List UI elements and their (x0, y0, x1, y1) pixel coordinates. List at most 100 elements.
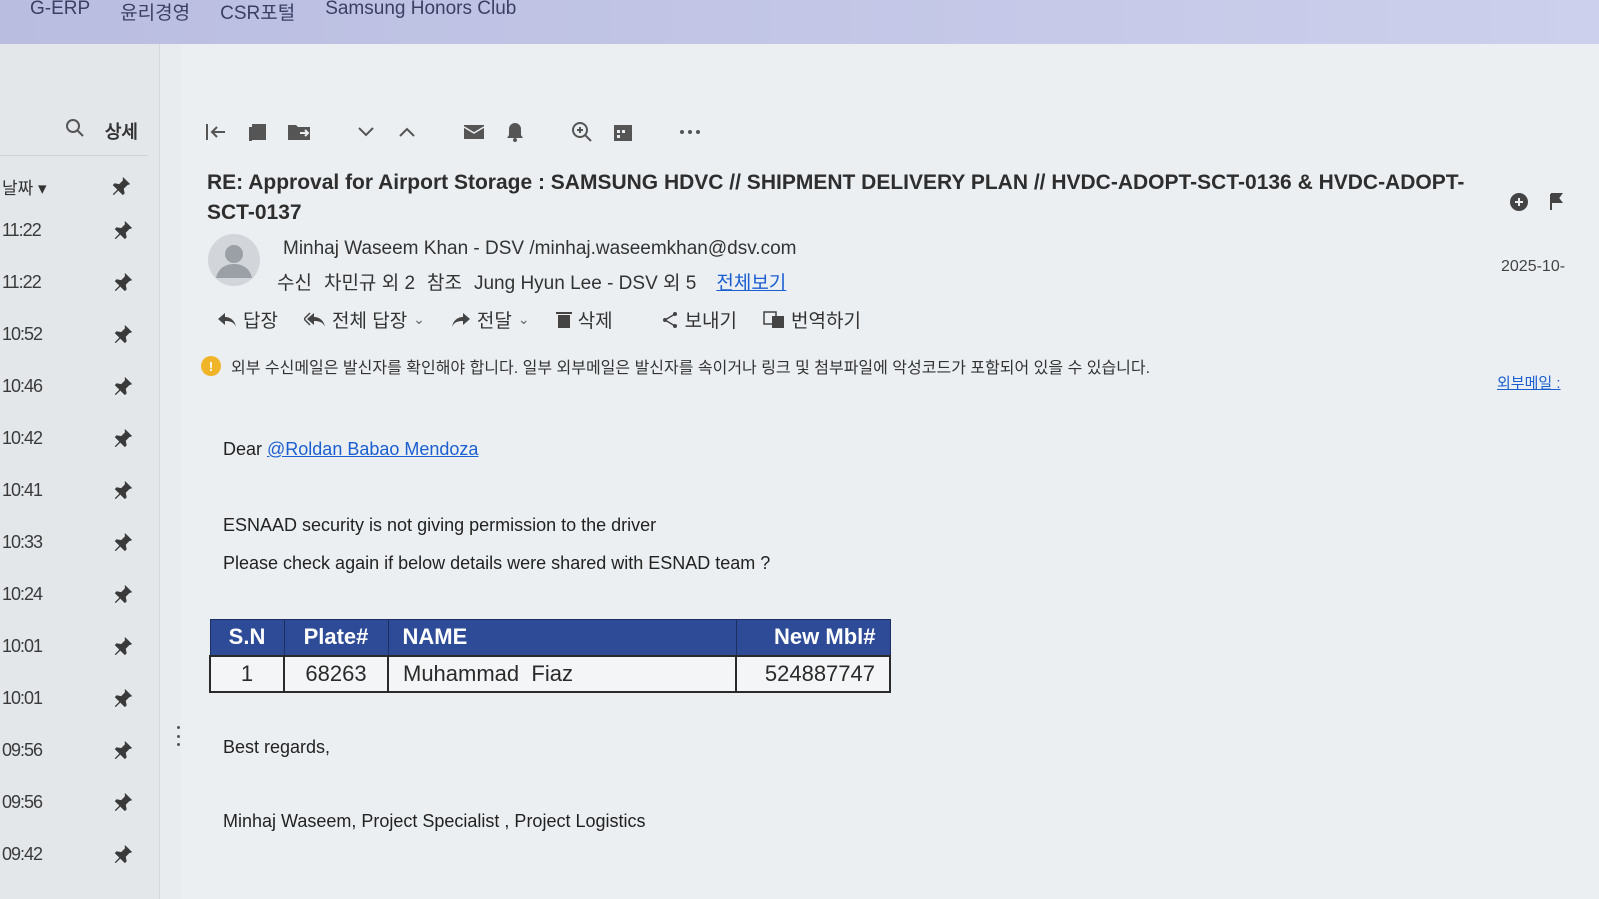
list-item-time: 10:33 (2, 531, 43, 552)
chevron-down-icon[interactable]: ⌄ (518, 311, 530, 328)
mail-toolbar (203, 112, 717, 152)
external-mail-link[interactable]: 외부메일 : (1497, 372, 1561, 393)
chevron-up-icon[interactable] (393, 118, 421, 146)
chevron-down-icon[interactable] (352, 118, 380, 146)
reply-all-icon (303, 311, 325, 327)
translate-icon (763, 310, 785, 328)
list-item[interactable]: 09:42 (0, 834, 150, 874)
share-label: 보내기 (684, 311, 738, 332)
table-row: 1 68263 Muhammad Fiaz 524887747 (209, 654, 891, 693)
list-item[interactable]: 09:56 (0, 782, 150, 822)
signature-line: Minhaj Waseem, Project Specialist , Proj… (223, 811, 646, 831)
list-item-time: 10:41 (2, 479, 43, 500)
forward-button[interactable]: 전달 ⌄ (451, 306, 530, 333)
list-item[interactable]: 10:33 (0, 522, 150, 562)
list-item[interactable]: 09:56 (0, 730, 150, 770)
list-item[interactable]: 10:01 (0, 678, 150, 718)
reply-all-button[interactable]: 전체 답장 ⌄ (303, 306, 425, 333)
copy-icon[interactable] (244, 118, 272, 146)
pin-icon[interactable] (112, 479, 134, 501)
pin-icon[interactable] (112, 219, 134, 241)
delete-label: 삭제 (577, 311, 613, 332)
pin-icon[interactable] (110, 175, 132, 197)
view-all-link[interactable]: 전체보기 (716, 268, 786, 295)
list-item[interactable]: 11:22 (0, 262, 150, 302)
list-item-time: 10:46 (2, 375, 43, 396)
calendar-icon[interactable] (609, 118, 637, 146)
move-folder-icon[interactable] (285, 118, 313, 146)
pin-icon[interactable] (112, 583, 134, 605)
bookmark-honors-club[interactable]: Samsung Honors Club (325, 0, 516, 20)
pin-icon[interactable] (112, 843, 134, 865)
mail-list-pane: 상세 날짜 ▾ 11:22 11:22 10:52 10:46 10:42 10:41 10… (0, 44, 160, 899)
flag-icon[interactable] (1549, 192, 1563, 217)
share-button[interactable]: 보내기 (661, 306, 737, 333)
search-icon[interactable] (65, 118, 85, 143)
reply-button[interactable]: 답장 (217, 306, 278, 333)
email-subject: RE: Approval for Airport Storage : SAMSU… (207, 171, 1465, 224)
cc-label: 참조 (427, 273, 462, 294)
delete-button[interactable]: 삭제 (555, 306, 613, 333)
detail-search-button[interactable]: 상세 (105, 118, 138, 144)
translate-button[interactable]: 번역하기 (763, 306, 861, 333)
greeting: Dear (223, 439, 268, 459)
sender-info[interactable]: Minhaj Waseem Khan - DSV /minhaj.waseemk… (283, 238, 796, 260)
pin-icon[interactable] (112, 323, 134, 345)
warning-text: 외부 수신메일은 발신자를 확인해야 합니다. 일부 외부메일은 발신자를 속이… (231, 360, 1151, 377)
expand-icon[interactable] (1509, 192, 1529, 217)
zoom-icon[interactable] (568, 118, 596, 146)
list-item-time: 10:24 (2, 583, 43, 604)
list-item[interactable]: 11:22 (0, 210, 150, 250)
pin-icon[interactable] (112, 531, 134, 553)
pin-icon[interactable] (112, 739, 134, 761)
bookmark-g-erp[interactable]: G-ERP (30, 0, 90, 20)
list-item-time: 09:56 (2, 791, 43, 812)
translate-label: 번역하기 (791, 311, 861, 332)
sort-by-date[interactable]: 날짜 ▾ (0, 166, 150, 206)
body-line-1: ESNAAD security is not giving permission… (223, 515, 657, 535)
list-item[interactable]: 10:24 (0, 574, 150, 614)
pin-icon[interactable] (112, 687, 134, 709)
pane-resize-handle[interactable] (176, 726, 180, 746)
driver-details-table: S.N Plate# NAME New Mbl# 1 68263 Muhamma… (209, 619, 891, 693)
cell-plate: 68263 (283, 654, 389, 693)
list-item-time: 11:22 (2, 219, 42, 240)
recipients: 수신 차민규 외 2 참조 Jung Hyun Lee - DSV 외 5 전체… (277, 268, 786, 295)
to-value[interactable]: 차민규 외 2 (324, 268, 415, 295)
body-line-2: Please check again if below details were… (223, 553, 771, 573)
external-mail-warning: ! 외부 수신메일은 발신자를 확인해야 합니다. 일부 외부메일은 발신자를 … (201, 354, 1150, 378)
pin-icon[interactable] (112, 271, 134, 293)
bookmark-csr[interactable]: CSR포털 (220, 0, 295, 25)
back-to-list-icon[interactable] (203, 118, 231, 146)
pin-icon[interactable] (112, 635, 134, 657)
header-name: NAME (387, 619, 737, 656)
mark-unread-icon[interactable] (460, 118, 488, 146)
cell-sn: 1 (209, 654, 285, 693)
bell-icon[interactable] (501, 118, 529, 146)
pin-icon[interactable] (112, 375, 134, 397)
share-icon (662, 311, 677, 328)
pin-icon[interactable] (112, 427, 134, 449)
chevron-down-icon[interactable]: ⌄ (413, 311, 425, 328)
list-item[interactable]: 10:42 (0, 418, 150, 458)
list-item[interactable]: 10:46 (0, 366, 150, 406)
list-item[interactable]: 10:01 (0, 626, 150, 666)
list-search-bar: 상세 (0, 106, 148, 156)
reply-icon (218, 312, 236, 327)
list-item[interactable]: 10:52 (0, 314, 150, 354)
trash-icon (555, 311, 572, 328)
list-item[interactable]: 10:41 (0, 470, 150, 510)
action-bar: 답장 전체 답장 ⌄ 전달 ⌄ 삭제 보내기 번역하기 (217, 306, 879, 333)
bookmark-ethics[interactable]: 윤리경영 (120, 0, 190, 25)
mention-link[interactable]: @Roldan Babao Mendoza (267, 439, 478, 459)
list-item-time: 09:42 (2, 843, 43, 864)
pin-icon[interactable] (112, 791, 134, 813)
cc-value[interactable]: Jung Hyun Lee - DSV 외 5 (474, 268, 696, 295)
to-label: 수신 (277, 273, 312, 294)
sort-label: 날짜 (2, 178, 34, 198)
reply-all-label: 전체 답장 (331, 311, 408, 332)
more-options-icon[interactable] (676, 118, 704, 146)
bookmark-bar: G-ERP 윤리경영 CSR포털 Samsung Honors Club (0, 0, 1599, 44)
list-item-time: 10:52 (2, 323, 43, 344)
list-item-time: 10:01 (2, 687, 43, 708)
